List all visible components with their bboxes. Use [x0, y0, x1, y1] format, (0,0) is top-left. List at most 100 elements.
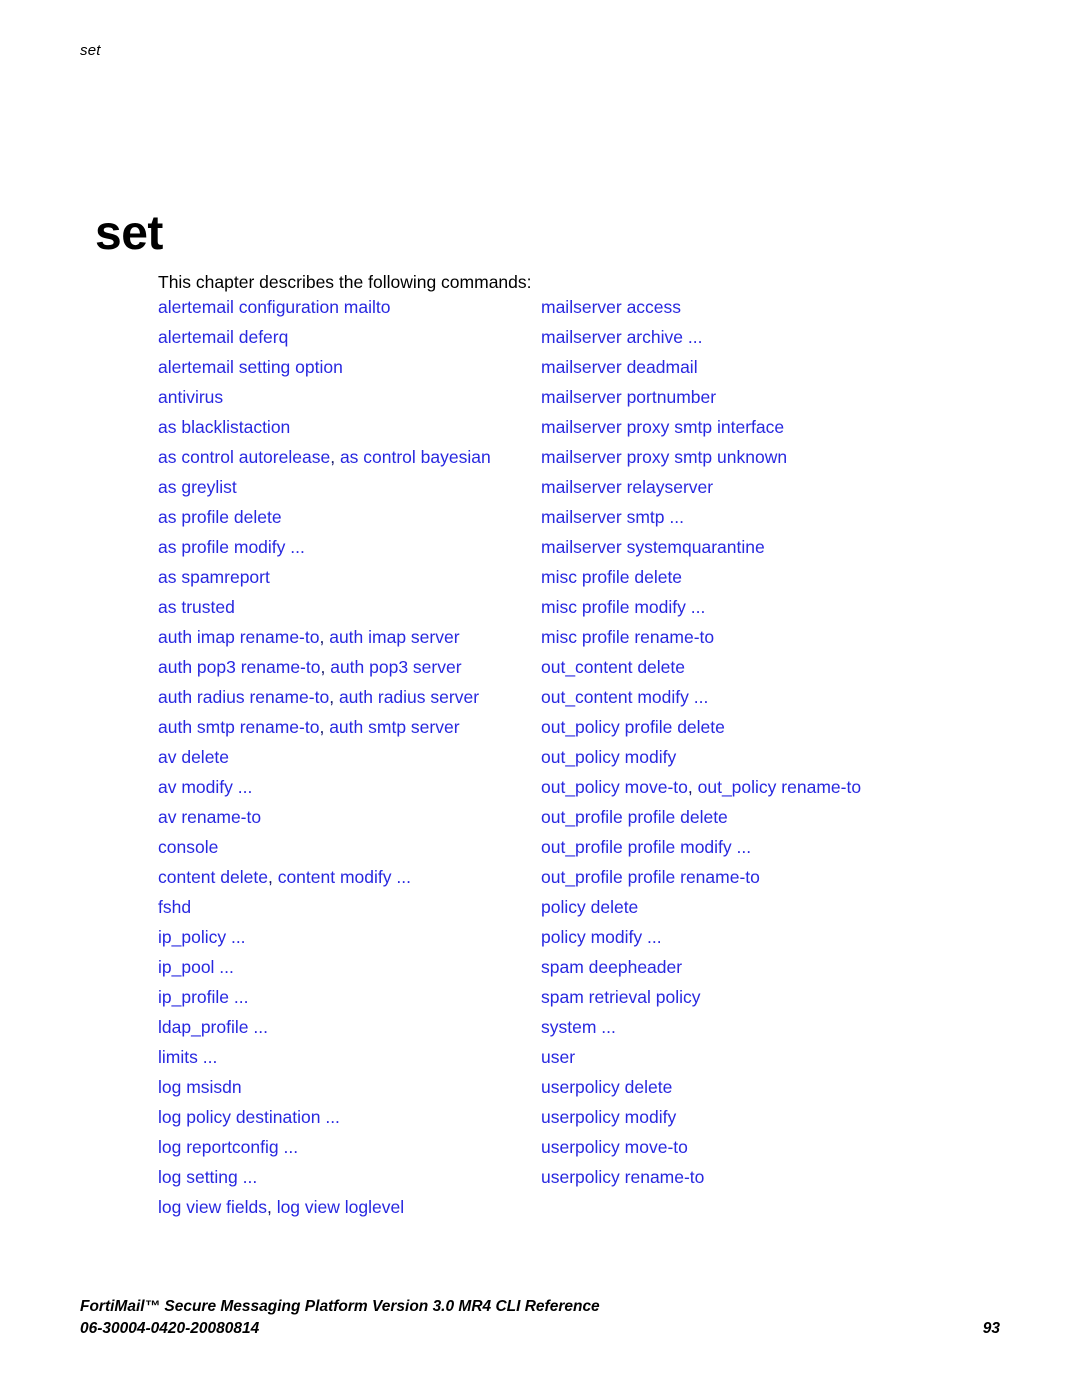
command-link[interactable]: as blacklistaction — [158, 417, 290, 437]
command-row: log policy destination ... — [158, 1102, 538, 1132]
command-link[interactable]: mailserver systemquarantine — [541, 537, 765, 557]
command-link[interactable]: auth radius server — [339, 687, 479, 707]
command-row: as control autorelease, as control bayes… — [158, 442, 538, 472]
command-separator: , — [267, 867, 278, 887]
command-row: auth pop3 rename-to, auth pop3 server — [158, 652, 538, 682]
command-link[interactable]: alertemail deferq — [158, 327, 288, 347]
command-link[interactable]: mailserver proxy smtp interface — [541, 417, 784, 437]
command-link[interactable]: policy modify ... — [541, 927, 662, 947]
command-link[interactable]: out_profile profile delete — [541, 807, 728, 827]
command-link[interactable]: alertemail setting option — [158, 357, 343, 377]
command-separator: , — [687, 777, 698, 797]
command-row: out_policy move-to, out_policy rename-to — [541, 772, 971, 802]
command-link[interactable]: mailserver proxy smtp unknown — [541, 447, 787, 467]
command-link[interactable]: as spamreport — [158, 567, 270, 587]
command-link[interactable]: mailserver relayserver — [541, 477, 713, 497]
command-link[interactable]: userpolicy rename-to — [541, 1167, 704, 1187]
command-link[interactable]: limits ... — [158, 1047, 217, 1067]
command-link[interactable]: auth pop3 server — [330, 657, 461, 677]
command-row: policy modify ... — [541, 922, 971, 952]
command-link[interactable]: log reportconfig ... — [158, 1137, 298, 1157]
command-row: as profile modify ... — [158, 532, 538, 562]
command-link[interactable]: log view fields — [158, 1197, 267, 1217]
command-link[interactable]: mailserver portnumber — [541, 387, 716, 407]
command-row: policy delete — [541, 892, 971, 922]
command-row: log msisdn — [158, 1072, 538, 1102]
command-link[interactable]: spam deepheader — [541, 957, 682, 977]
command-row: spam retrieval policy — [541, 982, 971, 1012]
command-row: auth smtp rename-to, auth smtp server — [158, 712, 538, 742]
command-row: as greylist — [158, 472, 538, 502]
command-link[interactable]: as profile modify ... — [158, 537, 305, 557]
command-link[interactable]: system ... — [541, 1017, 616, 1037]
command-link[interactable]: log view loglevel — [277, 1197, 404, 1217]
command-link[interactable]: misc profile delete — [541, 567, 682, 587]
command-link[interactable]: auth imap server — [329, 627, 459, 647]
command-link[interactable]: user — [541, 1047, 575, 1067]
command-row: misc profile modify ... — [541, 592, 971, 622]
command-link[interactable]: out_policy profile delete — [541, 717, 725, 737]
command-link[interactable]: misc profile rename-to — [541, 627, 714, 647]
command-link[interactable]: content modify ... — [278, 867, 411, 887]
command-link[interactable]: auth pop3 rename-to — [158, 657, 320, 677]
command-link[interactable]: out_content delete — [541, 657, 685, 677]
command-link[interactable]: userpolicy modify — [541, 1107, 676, 1127]
command-link[interactable]: mailserver access — [541, 297, 681, 317]
command-link[interactable]: out_profile profile modify ... — [541, 837, 751, 857]
command-row: misc profile delete — [541, 562, 971, 592]
command-link[interactable]: fshd — [158, 897, 191, 917]
command-link[interactable]: log policy destination ... — [158, 1107, 340, 1127]
command-link[interactable]: spam retrieval policy — [541, 987, 701, 1007]
command-row: spam deepheader — [541, 952, 971, 982]
command-link[interactable]: as control bayesian — [340, 447, 491, 467]
command-row: mailserver smtp ... — [541, 502, 971, 532]
command-link[interactable]: misc profile modify ... — [541, 597, 705, 617]
command-link[interactable]: out_content modify ... — [541, 687, 708, 707]
command-separator: , — [329, 687, 339, 707]
command-link[interactable]: av modify ... — [158, 777, 252, 797]
command-link[interactable]: auth smtp server — [329, 717, 459, 737]
command-link[interactable]: as trusted — [158, 597, 235, 617]
command-row: userpolicy rename-to — [541, 1162, 971, 1192]
command-link[interactable]: as control autorelease — [158, 447, 330, 467]
command-link[interactable]: mailserver smtp ... — [541, 507, 684, 527]
command-link[interactable]: userpolicy move-to — [541, 1137, 688, 1157]
command-link[interactable]: content delete — [158, 867, 268, 887]
command-link[interactable]: policy delete — [541, 897, 638, 917]
command-link[interactable]: ip_profile ... — [158, 987, 248, 1007]
command-link[interactable]: out_policy rename-to — [698, 777, 861, 797]
command-row: mailserver proxy smtp interface — [541, 412, 971, 442]
command-link[interactable]: auth smtp rename-to — [158, 717, 319, 737]
command-row: as trusted — [158, 592, 538, 622]
command-link[interactable]: auth imap rename-to — [158, 627, 319, 647]
command-link[interactable]: av delete — [158, 747, 229, 767]
command-link[interactable]: as greylist — [158, 477, 237, 497]
command-row: out_profile profile modify ... — [541, 832, 971, 862]
command-link[interactable]: ip_pool ... — [158, 957, 234, 977]
command-link[interactable]: log setting ... — [158, 1167, 257, 1187]
command-link[interactable]: out_policy move-to — [541, 777, 688, 797]
command-link[interactable]: mailserver deadmail — [541, 357, 698, 377]
footer-product-line: FortiMail™ Secure Messaging Platform Ver… — [80, 1298, 600, 1315]
command-link[interactable]: console — [158, 837, 218, 857]
command-separator: , — [330, 447, 340, 467]
command-link[interactable]: mailserver archive ... — [541, 327, 702, 347]
command-link[interactable]: antivirus — [158, 387, 223, 407]
command-column-right: mailserver access mailserver archive ... m… — [541, 292, 971, 1192]
command-link[interactable]: out_policy modify — [541, 747, 676, 767]
command-row: out_content modify ... — [541, 682, 971, 712]
command-link[interactable]: ip_policy ... — [158, 927, 246, 947]
command-link[interactable]: ldap_profile ... — [158, 1017, 268, 1037]
command-link[interactable]: auth radius rename-to — [158, 687, 329, 707]
command-row: userpolicy delete — [541, 1072, 971, 1102]
command-link[interactable]: log msisdn — [158, 1077, 242, 1097]
command-row: user — [541, 1042, 971, 1072]
command-link[interactable]: out_profile profile rename-to — [541, 867, 760, 887]
command-link[interactable]: alertemail configuration mailto — [158, 297, 390, 317]
page-number: 93 — [982, 1320, 1000, 1337]
command-link[interactable]: as profile delete — [158, 507, 282, 527]
command-row: content delete, content modify ... — [158, 862, 538, 892]
command-link[interactable]: userpolicy delete — [541, 1077, 672, 1097]
command-link[interactable]: av rename-to — [158, 807, 261, 827]
page-title: set — [95, 207, 163, 261]
